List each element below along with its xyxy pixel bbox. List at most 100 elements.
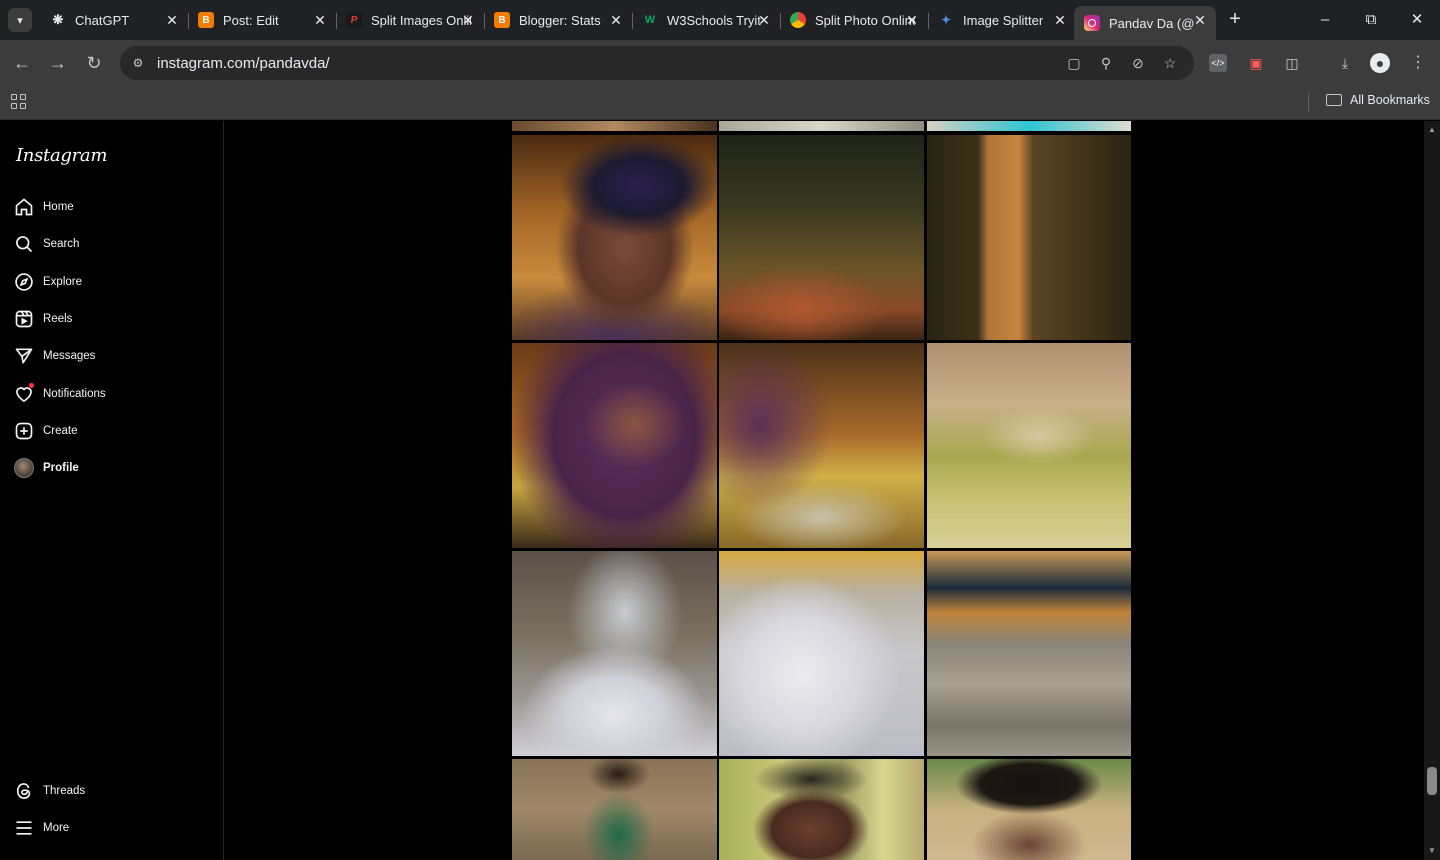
post-tile[interactable]: [719, 759, 924, 860]
extension-devtools-icon[interactable]: </>: [1209, 54, 1227, 72]
tab-w3schools[interactable]: W W3Schools Tryit ✕: [632, 6, 781, 34]
tab-post-edit[interactable]: B Post: Edit ✕: [188, 6, 337, 34]
site-info-icon[interactable]: ⚙: [130, 55, 146, 71]
close-tab-icon[interactable]: ✕: [164, 12, 180, 28]
close-tab-icon[interactable]: ✕: [460, 12, 476, 28]
nav-notifications[interactable]: Notifications: [14, 380, 214, 408]
notification-dot: [29, 383, 34, 388]
chrome-icon: [790, 12, 806, 28]
bookmark-separator: [1308, 93, 1309, 111]
page-scrollbar[interactable]: ▲ ▼: [1424, 121, 1440, 860]
post-tile[interactable]: [927, 135, 1131, 340]
all-bookmarks-label: All Bookmarks: [1350, 93, 1430, 107]
tab-split-images[interactable]: P Split Images Online ✕: [336, 6, 485, 34]
instagram-sidebar: Instagram Home Search Explore Reels Mess…: [0, 121, 224, 860]
scroll-thumb[interactable]: [1427, 767, 1437, 795]
tab-search-button[interactable]: ▾: [8, 8, 32, 32]
extension-screenshot-icon[interactable]: ▣: [1245, 52, 1267, 74]
nav-create-label: Create: [43, 425, 78, 437]
nav-home[interactable]: Home: [14, 193, 214, 221]
nav-more-label: More: [43, 822, 70, 834]
tab-title: Image Splitter: [963, 12, 1044, 28]
nav-more[interactable]: More: [14, 814, 214, 842]
nav-explore[interactable]: Explore: [14, 268, 214, 296]
chatgpt-icon: ❋: [52, 12, 64, 27]
close-window-button[interactable]: ✕: [1404, 8, 1430, 32]
nav-threads[interactable]: Threads: [14, 777, 214, 805]
profile-posts-grid: [224, 121, 1424, 860]
nav-create[interactable]: Create: [14, 417, 214, 445]
post-tile[interactable]: [719, 551, 924, 756]
tab-title: Blogger: Stats: [519, 12, 601, 28]
plus-square-icon: [15, 422, 33, 440]
folder-icon: [1326, 94, 1342, 106]
nav-profile[interactable]: Profile: [14, 454, 214, 482]
url-text[interactable]: instagram.com/pandavda/: [157, 55, 330, 72]
nav-profile-label: Profile: [43, 462, 79, 474]
close-tab-icon[interactable]: ✕: [312, 12, 328, 28]
back-button[interactable]: ←: [10, 51, 34, 75]
address-bar[interactable]: ⚙ instagram.com/pandavda/ ▢ ⚲ ⊘ ☆: [120, 46, 1194, 80]
extensions-puzzle-icon[interactable]: ◫: [1281, 52, 1303, 74]
nav-reels-label: Reels: [43, 313, 73, 325]
w3schools-icon: W: [644, 14, 656, 26]
tab-split-photo[interactable]: Split Photo Online ✕: [780, 6, 929, 34]
post-tile[interactable]: [512, 551, 717, 756]
avatar: [14, 458, 34, 478]
close-tab-icon[interactable]: ✕: [1052, 12, 1068, 28]
nav-reels[interactable]: Reels: [14, 305, 214, 333]
scroll-down-icon[interactable]: ▼: [1427, 846, 1437, 856]
tab-image-splitter[interactable]: ✦ Image Splitter ✕: [928, 6, 1076, 34]
search-icon: [16, 236, 33, 253]
post-tile[interactable]: [512, 759, 717, 860]
blogger-icon: B: [494, 12, 510, 28]
install-app-icon[interactable]: ▢: [1064, 53, 1084, 73]
reels-icon: [15, 310, 33, 328]
nav-search[interactable]: Search: [14, 230, 214, 258]
browser-tab-strip: ▾ ❋ ChatGPT ✕ B Post: Edit ✕ P Split Ima…: [0, 0, 1440, 40]
zoom-icon[interactable]: ⚲: [1096, 53, 1116, 73]
browser-toolbar: ← → ↻ ⚙ instagram.com/pandavda/ ▢ ⚲ ⊘ ☆ …: [0, 40, 1440, 86]
post-tile[interactable]: [927, 759, 1131, 860]
menu-icon: [16, 821, 32, 835]
tab-instagram-active[interactable]: Pandav Da (@ ✕: [1074, 6, 1216, 40]
browser-menu-icon[interactable]: ⋮: [1407, 52, 1429, 74]
scroll-up-icon[interactable]: ▲: [1427, 125, 1437, 135]
instagram-logo[interactable]: Instagram: [16, 145, 107, 166]
bookmark-star-icon[interactable]: ☆: [1160, 53, 1180, 73]
close-tab-icon[interactable]: ✕: [1192, 12, 1208, 28]
post-tile[interactable]: [927, 551, 1131, 756]
post-tile[interactable]: [719, 135, 924, 340]
minimize-button[interactable]: –: [1312, 8, 1338, 32]
tracking-protection-icon[interactable]: ⊘: [1128, 53, 1148, 73]
post-tile[interactable]: [719, 343, 924, 548]
nav-home-label: Home: [43, 201, 74, 213]
post-tile[interactable]: [719, 121, 924, 131]
profile-avatar-icon[interactable]: ●: [1370, 53, 1390, 73]
downloads-icon[interactable]: ⤓: [1334, 52, 1356, 74]
close-tab-icon[interactable]: ✕: [608, 12, 624, 28]
splitter-icon: ✦: [940, 13, 952, 27]
nav-messages[interactable]: Messages: [14, 342, 214, 370]
close-tab-icon[interactable]: ✕: [756, 12, 772, 28]
post-tile[interactable]: [512, 135, 717, 340]
tab-title: Split Images Online: [371, 12, 471, 28]
post-tile[interactable]: [512, 121, 717, 131]
close-tab-icon[interactable]: ✕: [904, 12, 920, 28]
post-tile[interactable]: [512, 343, 717, 548]
post-tile[interactable]: [927, 121, 1131, 131]
compass-icon: [15, 273, 33, 291]
all-bookmarks-button[interactable]: All Bookmarks: [1326, 93, 1430, 107]
home-icon: [15, 198, 33, 216]
restore-button[interactable]: ⧉: [1358, 8, 1384, 32]
nav-threads-label: Threads: [43, 785, 86, 797]
nav-search-label: Search: [43, 238, 80, 250]
new-tab-button[interactable]: +: [1224, 9, 1246, 31]
tab-title: W3Schools Tryit: [667, 12, 761, 28]
tab-blogger-stats[interactable]: B Blogger: Stats ✕: [484, 6, 633, 34]
apps-grid-icon[interactable]: [11, 94, 29, 112]
tab-chatgpt[interactable]: ❋ ChatGPT ✕: [40, 6, 189, 34]
post-tile[interactable]: [927, 343, 1131, 548]
forward-button[interactable]: →: [46, 51, 70, 75]
reload-button[interactable]: ↻: [82, 51, 106, 75]
